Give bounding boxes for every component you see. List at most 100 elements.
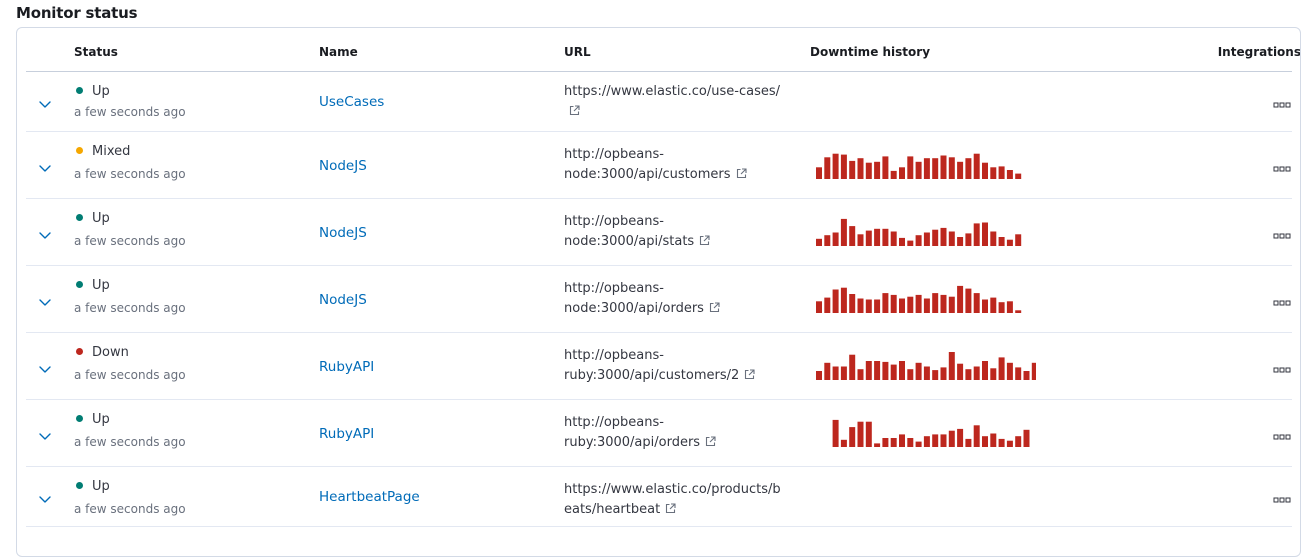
- row-actions-button[interactable]: [1272, 361, 1292, 373]
- downtime-bar: [1006, 440, 1013, 447]
- column-header-name[interactable]: Name: [319, 45, 358, 59]
- downtime-bar: [824, 362, 831, 380]
- monitor-name-link[interactable]: NodeJS: [319, 292, 367, 308]
- expand-row-button[interactable]: [38, 228, 52, 242]
- row-actions-button[interactable]: [1272, 160, 1292, 172]
- column-header-url[interactable]: URL: [564, 45, 591, 59]
- chevron-down-icon: [38, 228, 52, 242]
- status-dot-icon: [76, 482, 83, 489]
- monitor-name-link[interactable]: NodeJS: [319, 158, 367, 174]
- external-link-icon[interactable]: [569, 103, 580, 123]
- downtime-bar: [932, 229, 939, 246]
- downtime-bar: [874, 299, 881, 313]
- chevron-down-icon: [38, 492, 52, 506]
- row-actions-button[interactable]: [1272, 294, 1292, 306]
- downtime-bar: [907, 369, 914, 380]
- monitor-url-line-2: node:3000/api/customers: [564, 165, 804, 186]
- downtime-bar: [1031, 362, 1036, 380]
- downtime-bar: [998, 166, 1005, 179]
- downtime-bar: [865, 162, 872, 179]
- external-link-icon[interactable]: [705, 434, 716, 454]
- downtime-bar: [907, 296, 914, 313]
- chevron-down-icon: [38, 362, 52, 376]
- table-row: Down a few seconds ago RubyAPI http://opbea…: [26, 333, 1292, 400]
- monitor-name-link[interactable]: UseCases: [319, 94, 384, 110]
- column-header-status[interactable]: Status: [74, 45, 118, 59]
- monitor-name-link[interactable]: RubyAPI: [319, 359, 374, 375]
- downtime-bar: [915, 161, 922, 179]
- external-link-icon[interactable]: [665, 501, 676, 521]
- downtime-bar: [957, 363, 964, 380]
- table-row: Up a few seconds ago RubyAPI http://opbeans…: [26, 400, 1292, 467]
- downtime-bar: [990, 231, 997, 246]
- downtime-bar: [882, 156, 889, 179]
- monitor-url: http://opbeans-ruby:3000/api/customers/2: [564, 346, 804, 387]
- expand-row-button[interactable]: [38, 362, 52, 376]
- downtime-bar: [874, 228, 881, 246]
- monitor-url-line-2-text: ruby:3000/api/customers/2: [564, 368, 740, 383]
- status-dot-icon: [76, 415, 83, 422]
- downtime-bar: [982, 436, 988, 447]
- downtime-bar: [932, 158, 939, 179]
- monitor-url: http://opbeans-node:3000/api/customers: [564, 145, 804, 186]
- downtime-bar: [865, 361, 872, 380]
- external-link-icon[interactable]: [699, 233, 710, 253]
- downtime-bar: [973, 153, 980, 179]
- chevron-down-icon: [38, 161, 52, 175]
- table-row-partial: [26, 527, 1292, 556]
- more-actions-icon: [1272, 361, 1292, 380]
- downtime-bar: [940, 227, 947, 246]
- expand-row-button[interactable]: [38, 161, 52, 175]
- downtime-bar: [824, 297, 831, 313]
- monitor-url-line-1: https://www.elastic.co/use-cases/: [564, 84, 780, 99]
- downtime-bar: [940, 434, 947, 447]
- expand-row-button[interactable]: [38, 492, 52, 506]
- monitor-name-link[interactable]: HeartbeatPage: [319, 489, 420, 505]
- downtime-bar: [890, 438, 897, 447]
- monitor-name-link[interactable]: RubyAPI: [319, 426, 374, 442]
- downtime-bar: [899, 361, 905, 380]
- expand-row-button[interactable]: [38, 97, 52, 111]
- row-actions-button[interactable]: [1272, 491, 1292, 503]
- downtime-bar: [890, 294, 897, 313]
- downtime-bar: [840, 439, 847, 447]
- more-actions-icon: [1272, 428, 1292, 447]
- page-title: Monitor status: [16, 4, 138, 22]
- downtime-bar: [998, 302, 1005, 313]
- downtime-bar: [990, 433, 997, 447]
- more-actions-icon: [1272, 491, 1292, 510]
- row-actions-button[interactable]: [1272, 227, 1292, 239]
- row-actions-button[interactable]: [1272, 96, 1292, 108]
- monitor-url: http://opbeans-node:3000/api/orders: [564, 279, 804, 320]
- chevron-down-icon: [38, 429, 52, 443]
- monitor-url-line-2: node:3000/api/orders: [564, 299, 804, 320]
- downtime-bar: [1006, 170, 1013, 179]
- expand-row-button[interactable]: [38, 429, 52, 443]
- row-actions-button[interactable]: [1272, 428, 1292, 440]
- monitor-url-line-2: node:3000/api/stats: [564, 232, 804, 253]
- downtime-bar: [957, 161, 964, 179]
- downtime-bar: [923, 298, 930, 313]
- external-link-icon[interactable]: [736, 166, 747, 186]
- downtime-bar: [1015, 234, 1022, 246]
- downtime-bar: [940, 155, 947, 179]
- monitor-url-line-2: [564, 102, 804, 123]
- downtime-bar: [940, 294, 947, 313]
- downtime-bar: [1015, 367, 1022, 380]
- downtime-bar: [923, 158, 930, 179]
- downtime-bar: [940, 367, 947, 380]
- downtime-bar: [1015, 173, 1022, 179]
- monitor-url-line-2-text: node:3000/api/customers: [564, 167, 731, 182]
- monitor-name-link[interactable]: NodeJS: [319, 225, 367, 241]
- downtime-bar: [840, 218, 847, 246]
- monitor-url-line-2-text: node:3000/api/orders: [564, 301, 704, 316]
- status-timestamp: a few seconds ago: [74, 368, 186, 382]
- status-timestamp: a few seconds ago: [74, 105, 186, 119]
- downtime-bar: [965, 158, 972, 179]
- status-text: Up: [92, 278, 110, 293]
- downtime-bar: [948, 157, 955, 179]
- downtime-bar: [840, 366, 847, 380]
- expand-row-button[interactable]: [38, 295, 52, 309]
- external-link-icon[interactable]: [709, 300, 720, 320]
- external-link-icon[interactable]: [744, 367, 755, 387]
